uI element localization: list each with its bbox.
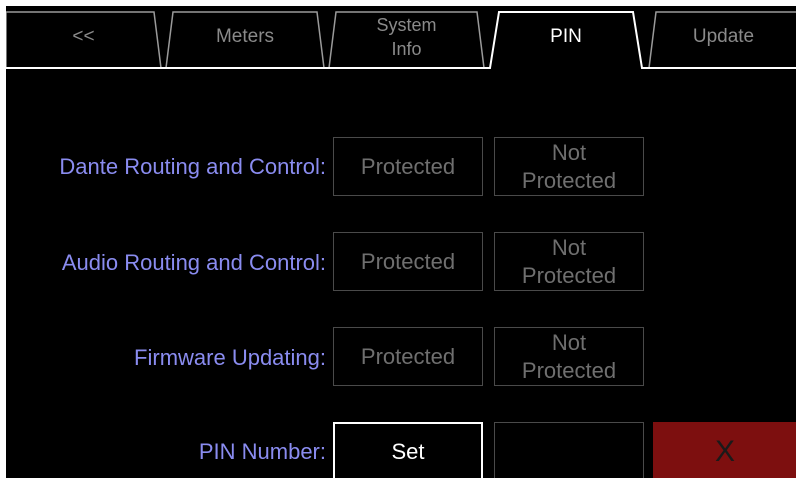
- audio-not-protected-button[interactable]: Not Protected: [494, 232, 644, 291]
- dante-routing-label: Dante Routing and Control:: [59, 154, 326, 179]
- firmware-not-protected-label: Not Protected: [521, 329, 617, 383]
- firmware-updating-label: Firmware Updating:: [134, 345, 326, 370]
- tab-system-info-label: System Info: [376, 15, 437, 59]
- firmware-not-protected-button[interactable]: Not Protected: [494, 327, 644, 386]
- tab-meters[interactable]: Meters: [166, 6, 324, 68]
- firmware-protected-button[interactable]: Protected: [333, 327, 483, 386]
- dante-not-protected-button[interactable]: Not Protected: [494, 137, 644, 196]
- audio-not-protected-label: Not Protected: [521, 234, 617, 288]
- tab-update-label: Update: [692, 26, 755, 47]
- clear-pin-button[interactable]: X: [653, 422, 796, 478]
- tab-meters-label: Meters: [215, 26, 275, 47]
- tab-back-label: <<: [72, 26, 95, 47]
- audio-routing-label: Audio Routing and Control:: [61, 250, 326, 275]
- tab-pin[interactable]: PIN: [493, 6, 639, 68]
- pin-settings-screen: << Meters System Info PIN Update Dante R…: [6, 6, 796, 478]
- firmware-protected-label: Protected: [360, 343, 456, 369]
- dante-not-protected-label: Not Protected: [521, 139, 617, 193]
- pin-number-field[interactable]: [494, 422, 644, 478]
- tab-system-info[interactable]: System Info: [329, 6, 484, 68]
- pin-number-label: PIN Number:: [198, 439, 326, 464]
- audio-protected-label: Protected: [360, 248, 456, 274]
- dante-protected-button[interactable]: Protected: [333, 137, 483, 196]
- dante-protected-label: Protected: [360, 153, 456, 179]
- tab-update[interactable]: Update: [651, 6, 796, 68]
- pin-set-button[interactable]: Set: [333, 422, 483, 478]
- tab-back[interactable]: <<: [6, 6, 161, 68]
- tab-pin-label: PIN: [550, 26, 582, 47]
- tab-bar: << Meters System Info PIN Update: [6, 6, 796, 74]
- audio-protected-button[interactable]: Protected: [333, 232, 483, 291]
- pin-set-label: Set: [391, 438, 425, 464]
- close-icon: X: [714, 434, 735, 468]
